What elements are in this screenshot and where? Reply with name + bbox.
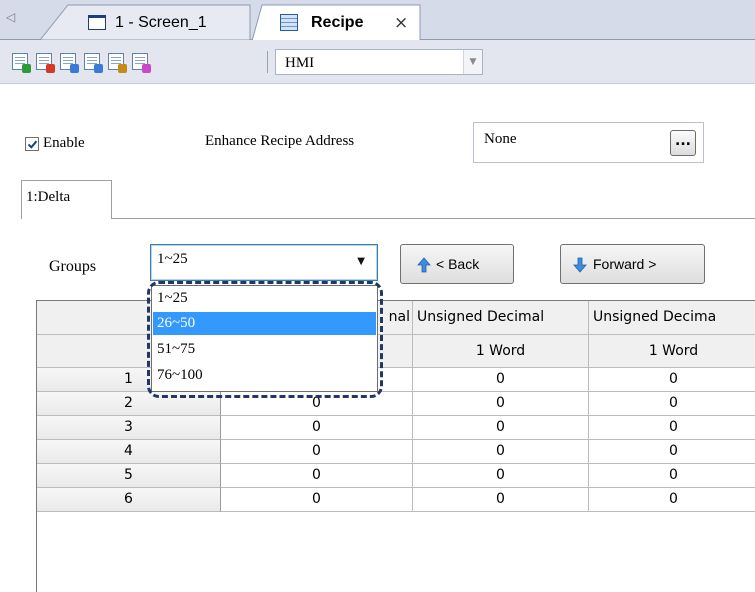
highlight-callout xyxy=(147,281,383,398)
grid-cell[interactable]: 0 xyxy=(589,368,755,392)
device-select-value: HMI xyxy=(285,55,315,71)
tab-label-recipe: Recipe xyxy=(311,14,364,31)
table-row: 4 0 0 0 xyxy=(37,440,755,464)
close-icon[interactable]: × xyxy=(394,13,408,33)
subtab-divider xyxy=(112,218,755,219)
insert-recipe-icon[interactable] xyxy=(58,52,79,73)
grid-cell[interactable]: 0 xyxy=(589,440,755,464)
grid-cell[interactable]: 0 xyxy=(413,416,589,440)
grid-cell[interactable]: 0 xyxy=(221,440,413,464)
checkmark-icon xyxy=(27,140,38,149)
grid-rows: 1 0 0 0 2 0 0 0 3 0 0 0 4 0 0 0 5 0 0 0 xyxy=(37,368,755,512)
enhance-recipe-address-value: None xyxy=(484,131,517,147)
column-header-type[interactable]: Unsigned Decimal xyxy=(413,301,589,335)
arrow-up-icon xyxy=(417,257,431,273)
column-header-size[interactable]: 1 Word xyxy=(413,335,589,368)
back-button-label: < Back xyxy=(436,256,480,272)
grid-cell[interactable]: 0 xyxy=(413,464,589,488)
groups-select-value: 1~25 xyxy=(157,251,188,267)
table-row: 3 0 0 0 xyxy=(37,416,755,440)
tab-1-delta-label: 1:Delta xyxy=(26,189,71,205)
recipe-toolbar: HMI ▼ xyxy=(0,40,755,84)
recipe-grid-icon xyxy=(280,14,298,31)
recipe-grid: nal Unsigned Decimal Unsigned Decima 1 W… xyxy=(36,300,755,592)
add-recipe-icon[interactable] xyxy=(10,52,31,73)
tab-screen-1[interactable]: 1 - Screen_1 xyxy=(40,4,268,40)
grid-cell[interactable]: 0 xyxy=(413,392,589,416)
column-header-type[interactable]: Unsigned Decima xyxy=(589,301,755,335)
row-header[interactable]: 3 xyxy=(37,416,221,440)
grid-cell[interactable]: 0 xyxy=(589,464,755,488)
grid-cell[interactable]: 0 xyxy=(589,392,755,416)
row-header[interactable]: 4 xyxy=(37,440,221,464)
device-select[interactable]: HMI ▼ xyxy=(275,49,483,75)
tab-label-screen-1: 1 - Screen_1 xyxy=(115,14,207,31)
table-row: 5 0 0 0 xyxy=(37,464,755,488)
grid-cell[interactable]: 0 xyxy=(221,416,413,440)
table-row: 6 0 0 0 xyxy=(37,488,755,512)
export-recipe-icon[interactable] xyxy=(106,52,127,73)
table-row: 1 0 0 0 xyxy=(37,368,755,392)
row-header[interactable]: 5 xyxy=(37,464,221,488)
import-recipe-icon[interactable] xyxy=(82,52,103,73)
edit-recipe-icon[interactable] xyxy=(130,52,151,73)
table-row: 2 0 0 0 xyxy=(37,392,755,416)
document-tab-strip: ◁ 1 - Screen_1 Recipe × xyxy=(0,0,755,41)
grid-cell[interactable]: 0 xyxy=(221,488,413,512)
grid-cell[interactable]: 0 xyxy=(413,440,589,464)
grid-cell[interactable]: 0 xyxy=(589,488,755,512)
grid-header-size-row: 1 Word 1 Word 1 Word xyxy=(37,335,755,368)
forward-button[interactable]: Forward > xyxy=(560,244,705,284)
chevron-down-icon[interactable]: ▼ xyxy=(357,256,365,267)
tab-scroll-left-icon[interactable]: ◁ xyxy=(6,10,20,28)
browse-address-button[interactable]: ... xyxy=(670,130,696,156)
row-header[interactable]: 6 xyxy=(37,488,221,512)
enable-checkbox[interactable] xyxy=(25,137,39,151)
tab-recipe[interactable]: Recipe × xyxy=(252,4,472,41)
arrow-down-icon xyxy=(573,257,587,273)
groups-select[interactable]: 1~25 ▼ xyxy=(150,244,378,281)
grid-cell[interactable]: 0 xyxy=(413,488,589,512)
delete-recipe-icon[interactable] xyxy=(34,52,55,73)
grid-header-type-row: nal Unsigned Decimal Unsigned Decima xyxy=(37,301,755,335)
enhance-recipe-address-label: Enhance Recipe Address xyxy=(205,133,355,149)
forward-button-label: Forward > xyxy=(593,256,657,272)
toolbar-separator xyxy=(267,51,268,73)
tab-1-delta[interactable]: 1:Delta xyxy=(21,180,112,219)
back-button[interactable]: < Back xyxy=(400,244,514,284)
enable-label: Enable xyxy=(43,135,85,151)
grid-cell[interactable]: 0 xyxy=(589,416,755,440)
grid-cell[interactable]: 0 xyxy=(413,368,589,392)
groups-label: Groups xyxy=(49,258,97,275)
screen-icon xyxy=(88,15,106,30)
column-header-size[interactable]: 1 Word xyxy=(589,335,755,368)
grid-cell[interactable]: 0 xyxy=(221,464,413,488)
chevron-down-icon[interactable]: ▼ xyxy=(463,50,482,74)
